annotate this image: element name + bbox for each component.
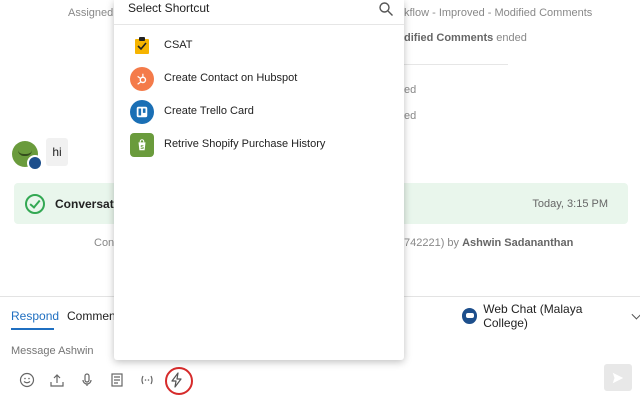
system-message-assigned: Assigned t (68, 7, 120, 19)
shortcut-item-label: Create Contact on Hubspot (164, 72, 298, 84)
channel-selector[interactable]: Web Chat (Malaya College) (462, 302, 640, 330)
system-message-workflow: kflow - Improved - Modified Comments (404, 7, 593, 19)
check-circle-icon (25, 194, 45, 214)
contact-message-suffix: 742221) by (404, 237, 463, 249)
agent-name: Ashwin Sadananthan (462, 237, 574, 249)
shortcut-dropdown: Select Shortcut CSAT Create Contact on H… (114, 0, 404, 360)
message-bubble: hi (46, 138, 68, 166)
send-icon (612, 372, 624, 383)
contact-avatar (12, 141, 43, 171)
contact-message: 742221) by Ashwin Sadananthan (404, 237, 573, 249)
shopify-icon: S (130, 133, 154, 157)
shortcut-item-label: Retrive Shopify Purchase History (164, 138, 326, 150)
shortcut-item-shopify[interactable]: S Retrive Shopify Purchase History (114, 131, 404, 159)
dropdown-title: Select Shortcut (128, 1, 210, 15)
send-button[interactable] (604, 364, 632, 391)
svg-text:S: S (140, 145, 144, 151)
tab-comment[interactable]: Comment (67, 309, 119, 323)
document-icon (111, 373, 123, 387)
workflow-name: dified Comments (404, 32, 494, 44)
trello-icon (130, 100, 154, 124)
template-button[interactable] (102, 370, 132, 390)
csat-icon (132, 36, 152, 56)
tab-respond[interactable]: Respond (11, 309, 59, 323)
active-tab-indicator (11, 328, 54, 330)
web-chat-badge-icon (27, 155, 43, 171)
variable-icon (141, 375, 153, 385)
shortcut-item-trello[interactable]: Create Trello Card (114, 98, 404, 126)
microphone-icon (82, 373, 92, 386)
shortcut-button[interactable] (162, 367, 193, 395)
system-message-1: ed (404, 84, 417, 96)
system-message-2: ed (404, 110, 417, 122)
emoji-button[interactable] (12, 370, 42, 390)
shortcut-item-label: CSAT (164, 39, 193, 51)
channel-label: Web Chat (Malaya College) (483, 302, 583, 330)
upload-button[interactable] (42, 370, 72, 390)
voice-button[interactable] (72, 370, 102, 390)
dropdown-header: Select Shortcut (114, 0, 404, 25)
emoji-icon (19, 372, 35, 388)
shortcut-item-csat[interactable]: CSAT (114, 32, 404, 60)
shortcut-item-hubspot[interactable]: Create Contact on Hubspot (114, 65, 404, 93)
variable-button[interactable] (132, 370, 162, 390)
divider (390, 64, 508, 65)
lightning-icon (171, 372, 182, 388)
search-icon[interactable] (378, 1, 394, 17)
upload-icon (50, 374, 64, 387)
hubspot-icon (130, 67, 154, 91)
chevron-down-icon (631, 309, 640, 319)
system-message-workflow-ended: dified Comments ended (404, 32, 527, 44)
web-chat-icon (462, 308, 478, 324)
shortcut-item-label: Create Trello Card (164, 105, 254, 117)
workflow-ended-word: ended (493, 32, 527, 44)
composer-toolbar (12, 367, 193, 395)
banner-time: Today, 3:15 PM (532, 198, 608, 210)
avatar-face (18, 150, 32, 156)
